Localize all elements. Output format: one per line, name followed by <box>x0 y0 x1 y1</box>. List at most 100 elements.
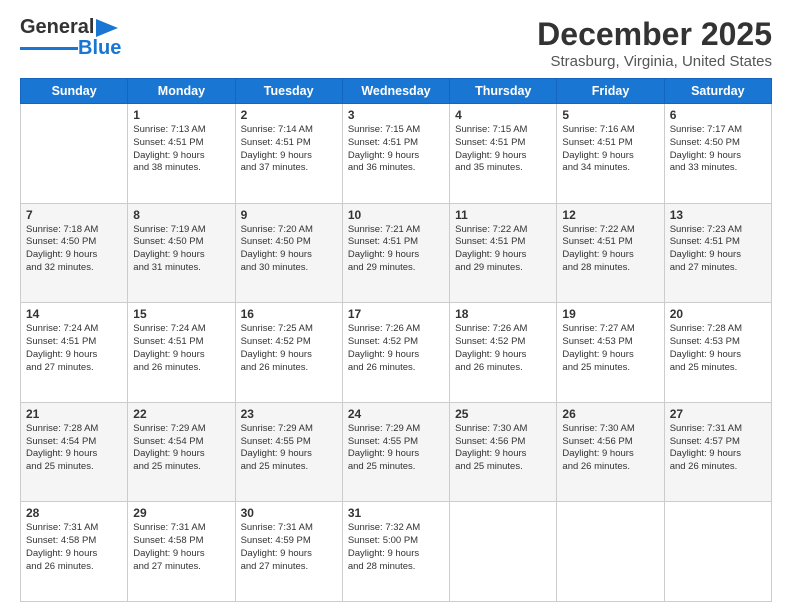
day-number: 23 <box>241 407 337 421</box>
day-info: Sunrise: 7:31 AMSunset: 4:59 PMDaylight:… <box>241 522 337 573</box>
day-info-line: Daylight: 9 hours <box>348 448 419 459</box>
day-info-line: Daylight: 9 hours <box>562 150 633 161</box>
day-info-line: Daylight: 9 hours <box>348 249 419 260</box>
title-block: December 2025 Strasburg, Virginia, Unite… <box>537 16 772 70</box>
day-number: 20 <box>670 307 766 321</box>
day-info-line: Daylight: 9 hours <box>455 249 526 260</box>
day-number: 21 <box>26 407 122 421</box>
day-info-line: Daylight: 9 hours <box>26 249 97 260</box>
day-info-line: Sunrise: 7:21 AM <box>348 224 420 235</box>
calendar-cell: 7Sunrise: 7:18 AMSunset: 4:50 PMDaylight… <box>21 203 128 303</box>
day-info-line: Sunset: 4:53 PM <box>670 336 740 347</box>
col-friday: Friday <box>557 79 664 104</box>
day-info-line: and 25 minutes. <box>133 461 201 472</box>
col-tuesday: Tuesday <box>235 79 342 104</box>
day-info: Sunrise: 7:24 AMSunset: 4:51 PMDaylight:… <box>26 323 122 374</box>
col-wednesday: Wednesday <box>342 79 449 104</box>
day-info-line: Daylight: 9 hours <box>241 249 312 260</box>
day-number: 9 <box>241 208 337 222</box>
day-info: Sunrise: 7:29 AMSunset: 4:55 PMDaylight:… <box>241 423 337 474</box>
day-info-line: Daylight: 9 hours <box>241 548 312 559</box>
day-info: Sunrise: 7:20 AMSunset: 4:50 PMDaylight:… <box>241 224 337 275</box>
day-number: 11 <box>455 208 551 222</box>
day-info-line: Sunset: 4:53 PM <box>562 336 632 347</box>
day-info-line: and 27 minutes. <box>241 561 309 572</box>
day-info-line: Sunrise: 7:15 AM <box>348 124 420 135</box>
day-info-line: Daylight: 9 hours <box>455 349 526 360</box>
calendar-cell: 9 Sunrise: 7:20 AMSunset: 4:50 PMDaylight… <box>235 203 342 303</box>
day-info-line: Sunset: 4:54 PM <box>26 436 96 447</box>
calendar-cell <box>21 104 128 204</box>
day-info: Sunrise: 7:22 AMSunset: 4:51 PMDaylight:… <box>455 224 551 275</box>
day-info: Sunrise: 7:14 AMSunset: 4:51 PMDaylight:… <box>241 124 337 175</box>
day-info-line: Sunset: 4:50 PM <box>241 236 311 247</box>
day-info-line: Sunrise: 7:31 AM <box>26 522 98 533</box>
day-info-line: Sunrise: 7:18 AM <box>26 224 98 235</box>
day-info-line: Sunrise: 7:30 AM <box>562 423 634 434</box>
day-info-line: and 26 minutes. <box>455 362 523 373</box>
day-number: 1 <box>133 108 229 122</box>
calendar-cell: 6Sunrise: 7:17 AMSunset: 4:50 PMDaylight… <box>664 104 771 204</box>
day-info-line: and 25 minutes. <box>562 362 630 373</box>
day-info-line: and 29 minutes. <box>455 262 523 273</box>
month-title: December 2025 <box>537 16 772 53</box>
calendar-cell: 24Sunrise: 7:29 AMSunset: 4:55 PMDayligh… <box>342 402 449 502</box>
logo-general: General <box>20 16 94 39</box>
day-info-line: Daylight: 9 hours <box>455 150 526 161</box>
day-number: 16 <box>241 307 337 321</box>
day-info-line: Sunset: 4:51 PM <box>562 236 632 247</box>
calendar-cell: 23 Sunrise: 7:29 AMSunset: 4:55 PMDayligh… <box>235 402 342 502</box>
day-info: Sunrise: 7:16 AMSunset: 4:51 PMDaylight:… <box>562 124 658 175</box>
day-info-line: Daylight: 9 hours <box>562 349 633 360</box>
day-info-line: Sunset: 4:51 PM <box>133 137 203 148</box>
calendar-cell: 22Sunrise: 7:29 AMSunset: 4:54 PMDayligh… <box>128 402 235 502</box>
day-info-line: Daylight: 9 hours <box>348 150 419 161</box>
day-info-line: and 30 minutes. <box>241 262 309 273</box>
day-number: 4 <box>455 108 551 122</box>
day-info-line: Daylight: 9 hours <box>133 548 204 559</box>
day-info-line: Sunset: 4:50 PM <box>26 236 96 247</box>
day-info-line: Sunrise: 7:31 AM <box>241 522 313 533</box>
day-info-line: Daylight: 9 hours <box>348 548 419 559</box>
day-info-line: and 27 minutes. <box>133 561 201 572</box>
day-info-line: Daylight: 9 hours <box>562 448 633 459</box>
calendar-cell: 30Sunrise: 7:31 AMSunset: 4:59 PMDayligh… <box>235 502 342 602</box>
calendar-cell: 16Sunrise: 7:25 AMSunset: 4:52 PMDayligh… <box>235 303 342 403</box>
weekday-header-row: Sunday Monday Tuesday Wednesday Thursday… <box>21 79 772 104</box>
day-info: Sunrise: 7:21 AMSunset: 4:51 PMDaylight:… <box>348 224 444 275</box>
day-info-line: Daylight: 9 hours <box>26 548 97 559</box>
col-monday: Monday <box>128 79 235 104</box>
day-info-line: Sunrise: 7:24 AM <box>133 323 205 334</box>
day-info-line: Daylight: 9 hours <box>670 249 741 260</box>
day-info-line: Sunrise: 7:17 AM <box>670 124 742 135</box>
day-info-line: Sunset: 4:51 PM <box>562 137 632 148</box>
day-info-line: and 26 minutes. <box>26 561 94 572</box>
day-number: 19 <box>562 307 658 321</box>
day-info-line: Sunrise: 7:23 AM <box>670 224 742 235</box>
day-number: 8 <box>133 208 229 222</box>
day-info-line: and 25 minutes. <box>455 461 523 472</box>
calendar-cell: 28Sunrise: 7:31 AMSunset: 4:58 PMDayligh… <box>21 502 128 602</box>
day-info-line: and 35 minutes. <box>455 162 523 173</box>
day-info-line: and 27 minutes. <box>26 362 94 373</box>
day-info-line: Sunrise: 7:15 AM <box>455 124 527 135</box>
day-info-line: Daylight: 9 hours <box>133 249 204 260</box>
day-info: Sunrise: 7:15 AM Sunset: 4:51 PM Daylight:… <box>455 124 551 175</box>
day-info-line: Sunset: 4:56 PM <box>562 436 632 447</box>
calendar-cell: 29Sunrise: 7:31 AMSunset: 4:58 PMDayligh… <box>128 502 235 602</box>
day-info-line: and 26 minutes. <box>670 461 738 472</box>
calendar-cell: 12Sunrise: 7:22 AMSunset: 4:51 PMDayligh… <box>557 203 664 303</box>
day-info-line: Sunset: 4:51 PM <box>455 137 525 148</box>
header: General Blue December 2025 Strasburg, Vi… <box>20 16 772 70</box>
day-info-line: and 31 minutes. <box>133 262 201 273</box>
day-info-line: Sunrise: 7:26 AM <box>455 323 527 334</box>
col-sunday: Sunday <box>21 79 128 104</box>
day-info-line: and 38 minutes. <box>133 162 201 173</box>
day-info-line: Sunrise: 7:14 AM <box>241 124 313 135</box>
day-info-line: Sunset: 4:50 PM <box>133 236 203 247</box>
day-info-line: Sunset: 4:55 PM <box>348 436 418 447</box>
day-info-line: Daylight: 9 hours <box>26 349 97 360</box>
day-info: Sunrise: 7:15 AMSunset: 4:51 PMDaylight:… <box>348 124 444 175</box>
day-info-line: Sunrise: 7:19 AM <box>133 224 205 235</box>
day-info-line: and 25 minutes. <box>348 461 416 472</box>
